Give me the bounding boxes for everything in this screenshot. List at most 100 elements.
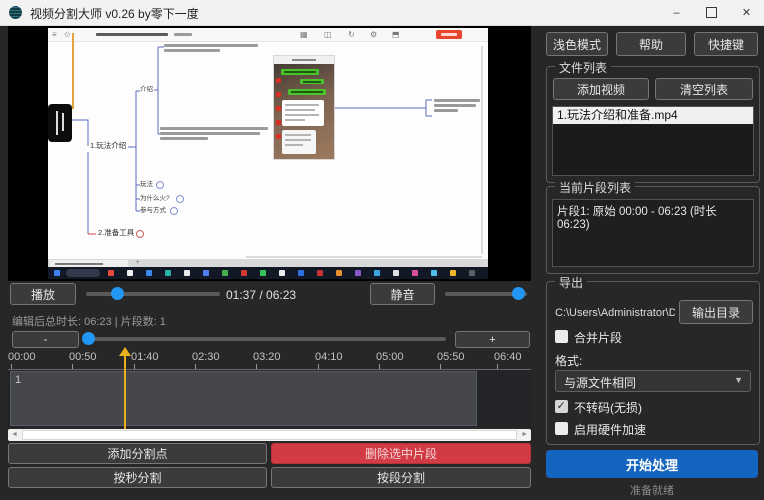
segment-list-item[interactable]: 片段1: 原始 00:00 - 06:23 (时长 06:23) [553,200,753,234]
seek-slider[interactable] [86,292,220,296]
timeline-tick-label: 02:30 [192,351,220,363]
ready-status: 准备就绪 [546,482,758,498]
taskbar-app-icon [469,270,475,276]
taskbar-app-icon [108,270,114,276]
mindmap-sub3: 参与方式 [140,207,166,215]
format-select[interactable]: 与源文件相同 ▼ [555,370,751,392]
timeline-tick-label: 00:50 [69,351,97,363]
light-mode-button[interactable]: 浅色模式 [546,32,608,56]
no-transcode-label: 不转码(无损) [574,399,642,416]
close-button[interactable]: ✕ [729,0,764,25]
taskbar-app-icon [184,270,190,276]
zoom-in-button[interactable]: + [455,331,530,348]
time-display: 01:37 / 06:23 [226,288,296,302]
timeline-scrollbar-thumb[interactable] [22,430,517,440]
title-bar: 视频分割大师 v0.26 by零下一度 – ✕ [0,0,764,26]
taskbar-search-box [66,269,100,277]
mindmap-sub1-icon [156,181,164,189]
timeline-ruler[interactable]: 00:0000:5001:4002:3003:2004:1005:0005:50… [8,350,531,370]
split-by-seconds-button[interactable]: 按秒分割 [8,467,267,488]
phone-screenshot [273,55,335,160]
chevron-down-icon: ▼ [734,375,743,385]
timeline-zoom-handle[interactable] [82,332,95,345]
seek-slider-handle[interactable] [111,287,124,300]
taskbar-app-icon [374,270,380,276]
video-preview[interactable]: ≡ ✩ ▦ ◫ ↻ ⚙ ⬒ [8,26,531,281]
video-frame-mindmap: ≡ ✩ ▦ ◫ ↻ ⚙ ⬒ [48,28,488,259]
taskbar-app-icon [393,270,399,276]
help-button[interactable]: 帮助 [616,32,686,56]
taskbar-app-icon [355,270,361,276]
note-text-bar [434,99,480,102]
taskbar-app-icon [260,270,266,276]
taskbar-app-icon [146,270,152,276]
video-tab [50,260,128,267]
zoom-out-button[interactable]: - [12,331,79,348]
scroll-left-icon[interactable]: ◄ [11,430,18,440]
mindmap-topic2-icon [136,230,144,238]
timeline-tick-mark [379,364,380,369]
maximize-button[interactable] [694,0,729,25]
clear-list-button[interactable]: 清空列表 [655,78,753,100]
mute-button[interactable]: 静音 [370,283,435,305]
canvas-vertical-scrollbar [481,46,483,254]
timeline-tick-mark [256,364,257,369]
export-title: 导出 [555,274,587,291]
file-list: 1.玩法介绍和准备.mp4 [552,106,754,176]
play-button[interactable]: 播放 [10,283,76,305]
format-select-value: 与源文件相同 [564,374,636,391]
format-label: 格式: [555,352,582,369]
taskbar-app-icon [127,270,133,276]
taskbar-app-icon [203,270,209,276]
output-path-text: C:\Users\Administrator\De [555,307,675,319]
playhead-marker[interactable] [119,347,131,429]
file-list-item-selected[interactable]: 1.玩法介绍和准备.mp4 [553,107,753,124]
export-group: 导出 C:\Users\Administrator\De 输出目录 合并片段 格… [546,281,760,445]
taskbar-app-icon [412,270,418,276]
timeline-track[interactable]: 1 [8,370,531,427]
taskbar-app-icon [298,270,304,276]
taskbar-app-icon [165,270,171,276]
mindmap-sub2: 为什么火? [140,195,170,203]
scroll-right-icon[interactable]: ► [521,430,528,440]
timeline-tick-label: 03:20 [253,351,281,363]
timeline-tick-label: 06:40 [494,351,522,363]
taskbar-app-icon [450,270,456,276]
add-video-button[interactable]: 添加视频 [553,78,649,100]
app-icon [9,6,22,19]
hw-accel-checkbox[interactable] [555,422,568,435]
timeline-tick-mark [440,364,441,369]
note-text-bar [160,137,208,140]
merge-segments-checkbox[interactable] [555,330,568,343]
new-tab-icon: + [136,260,140,267]
taskbar-app-icon [317,270,323,276]
timeline-zoom-slider[interactable] [86,337,446,341]
mindmap-sub3-icon [170,207,178,215]
mindmap-sub2-icon [176,195,184,203]
merge-segments-label: 合并片段 [574,329,622,346]
timeline-scrollbar[interactable]: ◄ ► [8,429,531,441]
add-split-point-button[interactable]: 添加分割点 [8,443,267,464]
split-by-segments-button[interactable]: 按段分割 [271,467,531,488]
volume-slider-handle[interactable] [512,287,525,300]
output-dir-button[interactable]: 输出目录 [679,300,753,324]
timeline-segment[interactable]: 1 [10,371,477,426]
hw-accel-label: 启用硬件加速 [574,421,646,438]
start-processing-button[interactable]: 开始处理 [546,450,758,478]
file-list-group: 文件列表 添加视频 清空列表 1.玩法介绍和准备.mp4 [546,66,760,183]
segment-list-group: 当前片段列表 片段1: 原始 00:00 - 06:23 (时长 06:23) [546,186,760,274]
delete-selected-segment-button[interactable]: 删除选中片段 [271,443,531,464]
app-window: 视频分割大师 v0.26 by零下一度 – ✕ ≡ ✩ ▦ ◫ ↻ ⚙ ⬒ [0,0,764,500]
taskbar-app-icon [222,270,228,276]
taskbar-app-icon [241,270,247,276]
note-text-bar [434,109,458,112]
timeline-tick-mark [11,364,12,369]
timeline-tick-label: 05:50 [437,351,465,363]
note-text-bar [434,104,476,107]
phone-screenshot-body [274,64,334,159]
mindmap-sub1: 玩法 [140,181,153,189]
hotkeys-button[interactable]: 快捷键 [694,32,758,56]
no-transcode-checkbox[interactable] [555,400,568,413]
video-tab-strip: + [48,259,488,267]
minimize-button[interactable]: – [659,0,694,25]
